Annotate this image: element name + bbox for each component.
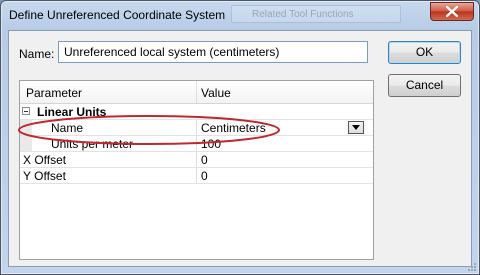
- row-gutter: [20, 120, 32, 135]
- dialog-window: Define Unreferenced Coordinate System Re…: [0, 0, 480, 275]
- value-y-offset[interactable]: 0: [201, 169, 208, 183]
- category-label: Linear Units: [37, 105, 107, 119]
- row-gutter: [20, 136, 32, 151]
- grid-row-units-per-meter[interactable]: Units per meter 100: [20, 136, 373, 152]
- param-name: Name: [51, 121, 84, 135]
- cell-divider: [196, 168, 197, 183]
- dialog-client-area: Name: OK Cancel Parameter Value Linear U…: [8, 30, 472, 267]
- collapse-icon[interactable]: [22, 107, 30, 115]
- category-row-linear-units[interactable]: Linear Units: [20, 104, 373, 120]
- grid-row-y-offset[interactable]: Y Offset 0: [20, 168, 373, 184]
- grid-header: Parameter Value: [20, 81, 373, 104]
- cell-divider: [196, 136, 197, 151]
- ok-button[interactable]: OK: [388, 41, 461, 64]
- value-units-per-meter[interactable]: 100: [201, 137, 221, 151]
- column-header-value: Value: [201, 86, 231, 100]
- close-button[interactable]: [430, 2, 474, 21]
- param-x-offset: X Offset: [23, 153, 67, 167]
- cell-divider: [196, 120, 197, 135]
- resize-grip-icon[interactable]: [467, 262, 477, 272]
- param-units-per-meter: Units per meter: [51, 137, 134, 151]
- cancel-button[interactable]: Cancel: [388, 74, 461, 97]
- column-divider[interactable]: [196, 81, 197, 103]
- background-window-hint: Related Tool Functions: [231, 5, 401, 23]
- window-title: Define Unreferenced Coordinate System: [9, 8, 226, 22]
- value-x-offset[interactable]: 0: [201, 153, 208, 167]
- cell-divider: [196, 152, 197, 167]
- value-dropdown-button[interactable]: [348, 121, 364, 134]
- chevron-down-icon: [352, 125, 360, 130]
- name-field[interactable]: [58, 41, 368, 63]
- close-icon: [446, 6, 458, 17]
- grid-row-x-offset[interactable]: X Offset 0: [20, 152, 373, 168]
- value-name[interactable]: Centimeters: [201, 121, 266, 135]
- param-y-offset: Y Offset: [23, 169, 66, 183]
- grid-row-name[interactable]: Name Centimeters: [20, 120, 373, 136]
- name-label: Name:: [19, 47, 55, 61]
- column-header-parameter: Parameter: [26, 86, 83, 100]
- property-grid: Parameter Value Linear Units Name Centim…: [19, 80, 374, 260]
